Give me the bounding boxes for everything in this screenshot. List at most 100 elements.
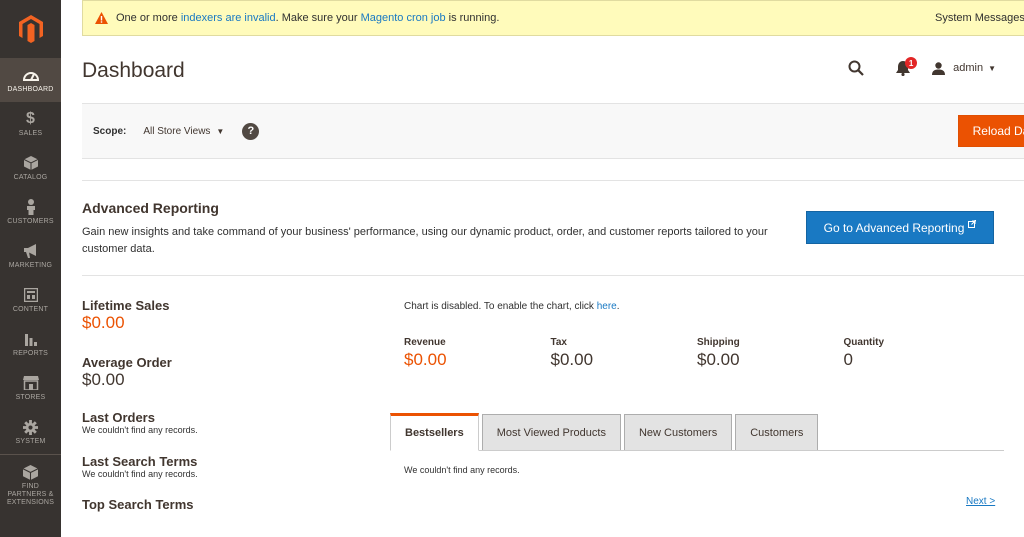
search-button[interactable] xyxy=(846,58,866,78)
box-icon xyxy=(23,155,38,172)
megaphone-icon xyxy=(23,243,39,260)
person-icon xyxy=(26,199,36,216)
reload-data-button[interactable]: Reload Data xyxy=(958,115,1024,147)
average-order-value: $0.00 xyxy=(82,370,125,389)
total-tax: Tax $0.00 xyxy=(551,337,698,370)
sidebar-item-dashboard[interactable]: DASHBOARD xyxy=(0,58,61,102)
last-orders-title: Last Orders xyxy=(82,410,155,425)
advanced-reporting-button-label: Go to Advanced Reporting xyxy=(823,220,965,235)
sidebar-item-label: CUSTOMERS xyxy=(7,217,54,225)
page-title: Dashboard xyxy=(82,59,185,82)
message-middle: . Make sure your xyxy=(275,12,361,24)
header-actions: 1 admin ▼ xyxy=(846,57,996,78)
total-shipping: Shipping $0.00 xyxy=(697,337,844,370)
sidebar-item-label: MARKETING xyxy=(8,261,53,269)
store-icon xyxy=(22,375,39,392)
average-order-label: Average Order xyxy=(82,355,172,370)
chart-message-period: . xyxy=(616,301,620,312)
divider xyxy=(82,275,1024,276)
total-label: Tax xyxy=(550,337,568,348)
notification-count-badge: 1 xyxy=(905,57,918,69)
store-view-switcher[interactable]: All Store Views ▼ xyxy=(143,126,224,137)
main-content: One or more indexers are invalid. Make s… xyxy=(61,0,1024,537)
search-icon xyxy=(848,60,864,76)
total-value: 0 xyxy=(843,350,853,369)
sidebar-item-label: FIND PARTNERS & EXTENSIONS xyxy=(6,483,55,506)
sidebar-item-sales[interactable]: $ SALES xyxy=(0,102,61,146)
enable-chart-link[interactable]: here xyxy=(597,301,617,312)
chevron-down-icon: ▼ xyxy=(988,63,996,73)
sidebar-item-content[interactable]: CONTENT xyxy=(0,278,61,322)
message-suffix: is running. xyxy=(445,12,500,24)
help-icon[interactable]: ? xyxy=(242,122,260,140)
layout-icon xyxy=(23,287,38,304)
user-name: admin xyxy=(953,62,984,74)
sidebar-item-reports[interactable]: REPORTS xyxy=(0,322,61,366)
system-message-bar: One or more indexers are invalid. Make s… xyxy=(82,0,1024,36)
total-value: $0.00 xyxy=(550,350,594,369)
notifications-button[interactable]: 1 xyxy=(892,57,918,78)
external-link-icon xyxy=(968,219,977,230)
lifetime-sales-value: $0.00 xyxy=(82,313,125,332)
chart-disabled-message: Chart is disabled. To enable the chart, … xyxy=(404,301,620,312)
dashboard-icon xyxy=(22,67,39,84)
tab-new-customers[interactable]: New Customers xyxy=(623,414,733,450)
dashboard-tabs: Bestsellers Most Viewed Products New Cus… xyxy=(390,413,1004,451)
tab-customers[interactable]: Customers xyxy=(735,414,819,450)
gear-icon xyxy=(23,419,38,436)
sidebar-item-label: CATALOG xyxy=(13,173,48,181)
sidebar-item-marketing[interactable]: MARKETING xyxy=(0,234,61,278)
message-prefix: One or more xyxy=(116,12,181,24)
sidebar-item-stores[interactable]: STORES xyxy=(0,366,61,410)
total-label: Shipping xyxy=(697,337,740,348)
total-revenue: Revenue $0.00 xyxy=(404,337,551,370)
magento-logo-icon xyxy=(18,15,43,43)
dashboard-stats: Lifetime Sales $0.00 Average Order $0.00… xyxy=(82,298,382,512)
sidebar-item-system[interactable]: SYSTEM xyxy=(0,410,61,454)
store-view-value: All Store Views xyxy=(143,125,211,137)
bar-chart-icon xyxy=(24,331,38,348)
cube-icon xyxy=(23,464,38,481)
total-quantity: Quantity 0 xyxy=(844,337,991,370)
system-messages-toggle[interactable]: System Messages: 1 ▼ xyxy=(935,12,1024,24)
system-messages-label: System Messages: 1 xyxy=(934,12,1024,24)
sidebar-item-label: DASHBOARD xyxy=(7,85,54,93)
warning-icon xyxy=(95,12,108,24)
totals-row: Revenue $0.00 Tax $0.00 Shipping $0.00 Q… xyxy=(404,337,990,370)
next-link[interactable]: Next > xyxy=(966,496,995,507)
scope-label: Scope: xyxy=(93,125,127,137)
last-search-terms-empty: We couldn't find any records. xyxy=(82,469,198,479)
sidebar-item-catalog[interactable]: CATALOG xyxy=(0,146,61,190)
user-icon xyxy=(932,61,946,75)
chart-message-text: Chart is disabled. To enable the chart, … xyxy=(404,301,597,312)
total-label: Revenue xyxy=(404,337,446,348)
lifetime-sales-label: Lifetime Sales xyxy=(82,298,170,313)
system-message-text: One or more indexers are invalid. Make s… xyxy=(116,12,499,24)
total-value: $0.00 xyxy=(697,350,740,369)
tab-empty-message: We couldn't find any records. xyxy=(404,465,520,475)
total-value: $0.00 xyxy=(404,350,447,369)
cron-job-link[interactable]: Magento cron job xyxy=(361,12,446,24)
user-menu[interactable]: admin ▼ xyxy=(932,61,996,75)
sidebar-item-label: SYSTEM xyxy=(15,437,46,445)
tab-most-viewed-products[interactable]: Most Viewed Products xyxy=(481,414,621,450)
dollar-icon: $ xyxy=(26,110,35,127)
sidebar-item-find-partners[interactable]: FIND PARTNERS & EXTENSIONS xyxy=(0,454,61,516)
sidebar-item-label: REPORTS xyxy=(12,349,49,357)
last-search-terms-title: Last Search Terms xyxy=(82,454,198,469)
chevron-down-icon: ▼ xyxy=(216,126,225,136)
go-to-advanced-reporting-button[interactable]: Go to Advanced Reporting xyxy=(806,211,994,244)
advanced-reporting-description: Gain new insights and take command of yo… xyxy=(82,226,768,255)
magento-logo[interactable] xyxy=(0,0,61,58)
tab-bestsellers[interactable]: Bestsellers xyxy=(390,413,479,451)
divider xyxy=(82,180,1024,181)
advanced-reporting-title: Advanced Reporting xyxy=(82,200,219,216)
indexers-link[interactable]: indexers are invalid xyxy=(181,12,276,24)
sidebar-item-customers[interactable]: CUSTOMERS xyxy=(0,190,61,234)
sidebar-item-label: STORES xyxy=(15,393,46,401)
sidebar-item-label: SALES xyxy=(18,129,43,137)
total-label: Quantity xyxy=(843,337,885,348)
top-search-terms-title: Top Search Terms xyxy=(82,497,194,512)
sidebar-item-label: CONTENT xyxy=(12,305,49,313)
last-orders-empty: We couldn't find any records. xyxy=(82,425,198,435)
